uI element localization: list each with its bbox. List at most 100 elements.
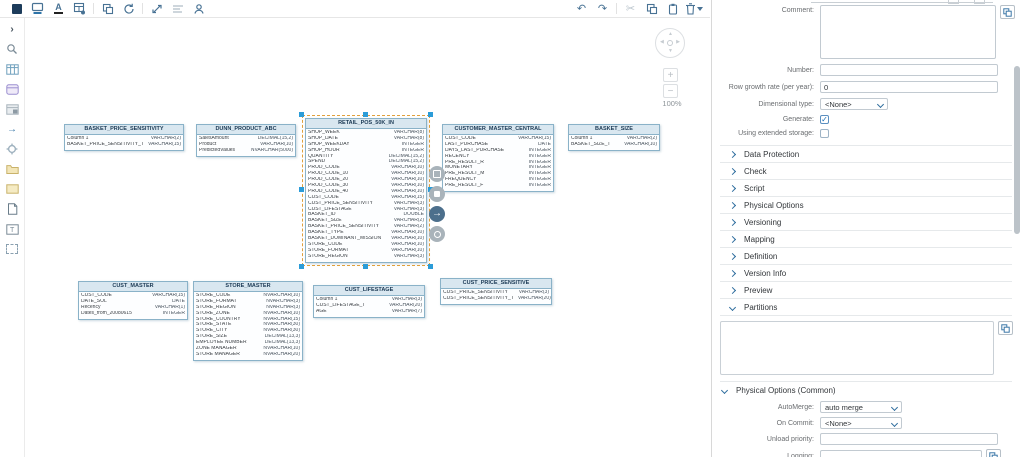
- quick-action-diagram-button[interactable]: [429, 186, 445, 202]
- on-commit-row: On Commit: <None>: [720, 417, 1012, 429]
- resize-button[interactable]: [146, 1, 167, 16]
- section-physical-options[interactable]: Physical Options: [720, 197, 1012, 214]
- pan-up-icon[interactable]: ▲: [668, 32, 673, 37]
- pan-right-icon[interactable]: ▶: [676, 40, 680, 45]
- font-color-button[interactable]: A: [48, 1, 69, 16]
- view-tool-button[interactable]: [4, 82, 20, 96]
- align-button[interactable]: [167, 1, 188, 16]
- entity-table-basket_price_sensitivity[interactable]: BASKET_PRICE_SENSITIVITY Column 1 VARCHAR(…: [64, 124, 184, 151]
- copy-button[interactable]: [641, 1, 662, 16]
- reference-tool-button[interactable]: →: [4, 122, 20, 136]
- entity-table-cust_master[interactable]: CUST_MASTER CUST_CODE VARCHAR(15) DATE_SOL D…: [78, 281, 188, 320]
- section-data-protection[interactable]: Data Protection: [720, 146, 1012, 163]
- expand-panel-button[interactable]: ›: [4, 22, 20, 36]
- entity-table-customer_master_central[interactable]: CUSTOMER_MASTER_CENTRAL CUST_CODE VARCHAR(…: [442, 124, 554, 193]
- redo-button[interactable]: ↷: [592, 1, 613, 16]
- table-template-button[interactable]: [4, 102, 20, 116]
- package-tool-button[interactable]: [4, 182, 20, 196]
- folder-tool-button[interactable]: [4, 162, 20, 176]
- column-type: VARCHAR(10): [624, 141, 657, 147]
- extended-storage-checkbox[interactable]: [820, 129, 829, 138]
- table-title: CUSTOMER_MASTER_CENTRAL: [443, 125, 553, 135]
- note-tool-button[interactable]: [4, 202, 20, 216]
- diagram-canvas[interactable]: BASKET_PRICE_SENSITIVITY Column 1 VARCHAR(…: [25, 18, 710, 457]
- selection-handle[interactable]: [299, 263, 304, 269]
- section-preview[interactable]: Preview: [720, 282, 1012, 299]
- selection-handle[interactable]: [299, 112, 304, 117]
- comment-copy-button[interactable]: [1000, 5, 1015, 19]
- selection-handle[interactable]: [428, 112, 433, 117]
- entity-table-retail_pos_50k_in[interactable]: RETAIL_POS_50K_IN SHOP_WEEK VARCHAR(8) SHOP…: [299, 112, 433, 269]
- on-commit-select[interactable]: <None>: [820, 417, 902, 429]
- undo-button[interactable]: ↶: [571, 1, 592, 16]
- row-growth-input[interactable]: [820, 81, 998, 93]
- pan-compass[interactable]: ▲ ▼ ◀ ▶: [655, 28, 685, 58]
- display-style-button[interactable]: [27, 1, 48, 16]
- table-title: STORE_MASTER: [194, 282, 302, 292]
- on-commit-label: On Commit:: [776, 419, 814, 427]
- entity-table-dunn_product_abc[interactable]: DUNN_PRODUCT_ABC SalesAmount DECIMAL(15,2)…: [196, 124, 296, 157]
- gear-tool-button[interactable]: [4, 142, 20, 156]
- selection-handle[interactable]: [363, 263, 368, 269]
- selection-handle[interactable]: [428, 263, 433, 269]
- zoom-in-button[interactable]: +: [663, 68, 678, 82]
- redo-icon: ↷: [597, 3, 608, 15]
- panel-scrollbar[interactable]: [1014, 66, 1020, 234]
- logging-input[interactable]: [820, 450, 982, 457]
- generate-checkbox[interactable]: ✓: [820, 115, 829, 124]
- partitions-copy-button[interactable]: [998, 321, 1013, 335]
- cut-button[interactable]: ✂: [620, 1, 641, 16]
- section-partitions[interactable]: Partitions: [720, 299, 1012, 316]
- column-row: PredictedValues NVARCHAR(5000): [197, 148, 295, 154]
- pan-left-icon[interactable]: ◀: [660, 40, 664, 45]
- user-icon: [193, 3, 204, 14]
- entity-table-store_master[interactable]: STORE_MASTER STORE_CODE NVARCHAR(10) STORE_…: [193, 281, 303, 361]
- section-physical-options-common[interactable]: Physical Options (Common): [720, 382, 1012, 398]
- zoom-out-button[interactable]: −: [663, 84, 678, 98]
- search-button[interactable]: [4, 42, 20, 56]
- history-button[interactable]: [118, 1, 139, 16]
- quick-action-navigate-button[interactable]: →: [429, 206, 445, 222]
- unload-priority-input[interactable]: [820, 433, 998, 445]
- automerge-value: auto merge: [825, 402, 863, 412]
- user-button[interactable]: [188, 1, 209, 16]
- align-icon: [172, 4, 183, 13]
- section-version-info[interactable]: Version Info: [720, 265, 1012, 282]
- section-label: Partitions: [744, 302, 778, 312]
- entity-table-basket_size[interactable]: BASKET_SIZE Column 1 VARCHAR(2) BASKET_SIZE…: [568, 124, 660, 151]
- partitions-editor[interactable]: [720, 321, 994, 375]
- section-check[interactable]: Check: [720, 163, 1012, 180]
- selection-handle[interactable]: [363, 112, 368, 117]
- logging-copy-button[interactable]: [986, 449, 1001, 457]
- section-versioning[interactable]: Versioning: [720, 214, 1012, 231]
- number-input[interactable]: [820, 64, 998, 76]
- table-settings-button[interactable]: [69, 1, 90, 16]
- chevron-right-icon: [728, 201, 737, 209]
- section-mapping[interactable]: Mapping: [720, 231, 1012, 248]
- frame-tool-button[interactable]: [4, 242, 20, 256]
- text-frame-tool-button[interactable]: T: [4, 222, 20, 236]
- delete-button[interactable]: [683, 1, 704, 16]
- dimensional-type-select[interactable]: <None>: [820, 98, 888, 110]
- section-script[interactable]: Script: [720, 180, 1012, 197]
- copy-style-button[interactable]: [97, 1, 118, 16]
- selection-handle[interactable]: [299, 187, 304, 193]
- table-title: BASKET_SIZE: [569, 125, 659, 135]
- table-tool-button[interactable]: [4, 62, 20, 76]
- quick-action-shape-button[interactable]: [429, 166, 445, 182]
- paste-button[interactable]: [662, 1, 683, 16]
- entity-table-cust_lifestage[interactable]: CUST_LIFESTAGE Column 1 VARCHAR(3) CUST_LIF…: [313, 285, 425, 318]
- pan-down-icon[interactable]: ▼: [668, 49, 673, 54]
- quick-action-settings-button[interactable]: [429, 226, 445, 242]
- row-growth-label: Row growth rate (per year):: [728, 83, 814, 91]
- column-row: STORE_REGION VARCHAR(3): [306, 254, 426, 260]
- svg-text:T: T: [10, 227, 15, 234]
- section-definition[interactable]: Definition: [720, 248, 1012, 265]
- copy-icon: [646, 3, 657, 14]
- entity-table-cust_price_sensitive[interactable]: CUST_PRICE_SENSITIVE CUST_PRICE_SENSITIVI…: [440, 278, 552, 305]
- diagram-icon: [434, 191, 440, 197]
- comment-input[interactable]: [820, 5, 996, 59]
- fill-color-button[interactable]: [6, 1, 27, 16]
- pan-center-icon[interactable]: [667, 40, 673, 46]
- automerge-select[interactable]: auto merge: [820, 401, 902, 413]
